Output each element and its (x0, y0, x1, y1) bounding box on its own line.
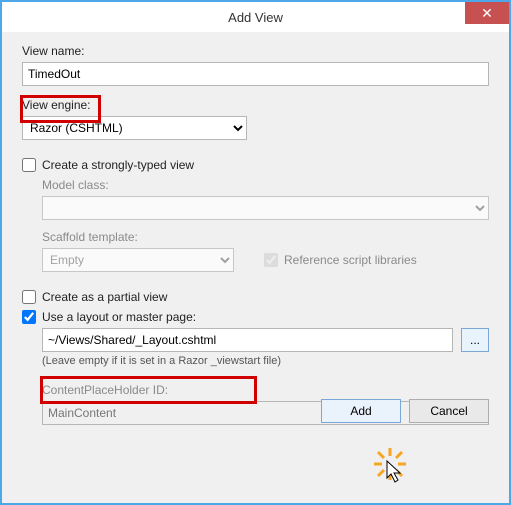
view-engine-select[interactable]: Razor (CSHTML) (22, 116, 247, 140)
scaffold-template-select: Empty (42, 248, 234, 272)
scaffold-template-label: Scaffold template: (42, 230, 489, 244)
layout-hint: (Leave empty if it is set in a Razor _vi… (42, 355, 489, 367)
cph-id-label: ContentPlaceHolder ID: (42, 383, 489, 397)
use-layout-checkbox[interactable] (22, 310, 36, 324)
ref-script-label: Reference script libraries (284, 253, 417, 267)
strongly-typed-checkbox[interactable] (22, 158, 36, 172)
titlebar: Add View ✕ (2, 2, 509, 32)
add-button[interactable]: Add (321, 399, 401, 423)
partial-view-label: Create as a partial view (42, 290, 167, 304)
strongly-typed-label: Create a strongly-typed view (42, 158, 194, 172)
model-class-select (42, 196, 489, 220)
cancel-button[interactable]: Cancel (409, 399, 489, 423)
model-class-label: Model class: (42, 178, 489, 192)
ref-script-checkbox (264, 253, 278, 267)
layout-path-input[interactable] (42, 328, 453, 352)
view-engine-label: View engine: (22, 98, 489, 112)
browse-button[interactable]: ... (461, 328, 489, 352)
partial-view-checkbox[interactable] (22, 290, 36, 304)
view-name-input[interactable] (22, 62, 489, 86)
view-name-label: View name: (22, 44, 489, 58)
window-title: Add View (228, 10, 283, 25)
ref-script-row: Reference script libraries (264, 253, 417, 267)
use-layout-label: Use a layout or master page: (42, 310, 196, 324)
close-icon: ✕ (481, 5, 493, 22)
close-button[interactable]: ✕ (465, 2, 509, 24)
